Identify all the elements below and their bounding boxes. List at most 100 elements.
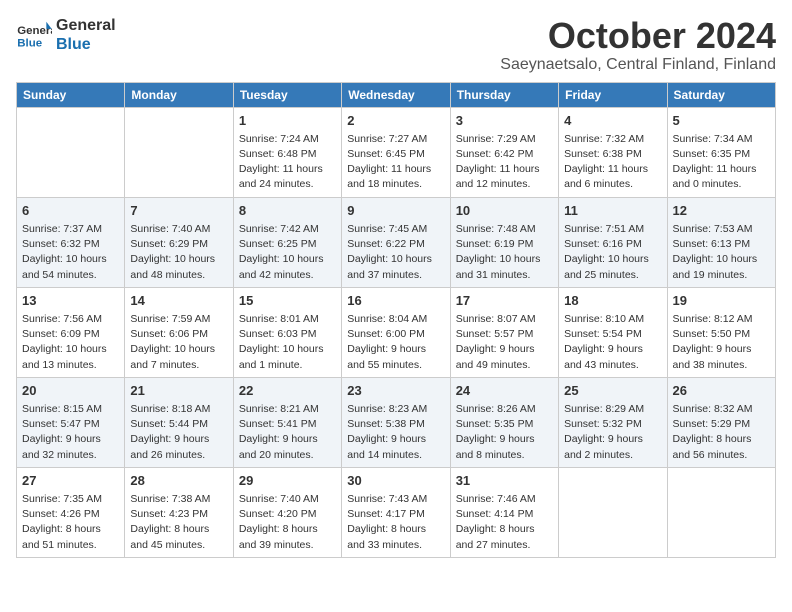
calendar-cell: 30 Sunrise: 7:43 AMSunset: 4:17 PMDayligh… [342, 467, 450, 557]
title-block: October 2024 Saeynaetsalo, Central Finla… [500, 16, 776, 74]
day-number: 17 [456, 292, 553, 310]
day-number: 12 [673, 202, 770, 220]
calendar-cell: 31 Sunrise: 7:46 AMSunset: 4:14 PMDayligh… [450, 467, 558, 557]
day-info: Sunrise: 7:59 AMSunset: 6:06 PMDaylight:… [130, 312, 227, 373]
weekday-header-wednesday: Wednesday [342, 82, 450, 107]
day-info: Sunrise: 7:34 AMSunset: 6:35 PMDaylight:… [673, 132, 770, 193]
page-subtitle: Saeynaetsalo, Central Finland, Finland [500, 56, 776, 74]
day-number: 8 [239, 202, 336, 220]
day-info: Sunrise: 7:32 AMSunset: 6:38 PMDaylight:… [564, 132, 661, 193]
calendar-week-2: 6 Sunrise: 7:37 AMSunset: 6:32 PMDaylight… [17, 197, 776, 287]
calendar-cell: 7 Sunrise: 7:40 AMSunset: 6:29 PMDaylight… [125, 197, 233, 287]
weekday-header-saturday: Saturday [667, 82, 775, 107]
day-number: 11 [564, 202, 661, 220]
day-number: 27 [22, 472, 119, 490]
day-number: 2 [347, 112, 444, 130]
day-number: 13 [22, 292, 119, 310]
day-info: Sunrise: 8:15 AMSunset: 5:47 PMDaylight:… [22, 402, 119, 463]
day-info: Sunrise: 7:42 AMSunset: 6:25 PMDaylight:… [239, 222, 336, 283]
day-number: 6 [22, 202, 119, 220]
day-info: Sunrise: 7:27 AMSunset: 6:45 PMDaylight:… [347, 132, 444, 193]
calendar-cell: 21 Sunrise: 8:18 AMSunset: 5:44 PMDayligh… [125, 377, 233, 467]
day-number: 5 [673, 112, 770, 130]
day-info: Sunrise: 7:24 AMSunset: 6:48 PMDaylight:… [239, 132, 336, 193]
calendar-cell: 12 Sunrise: 7:53 AMSunset: 6:13 PMDayligh… [667, 197, 775, 287]
day-info: Sunrise: 8:10 AMSunset: 5:54 PMDaylight:… [564, 312, 661, 373]
day-number: 7 [130, 202, 227, 220]
day-number: 19 [673, 292, 770, 310]
day-info: Sunrise: 8:18 AMSunset: 5:44 PMDaylight:… [130, 402, 227, 463]
day-info: Sunrise: 7:46 AMSunset: 4:14 PMDaylight:… [456, 492, 553, 553]
calendar-cell: 10Sunrise: 7:48 AMSunset: 6:19 PMDayligh… [450, 197, 558, 287]
day-info: Sunrise: 8:12 AMSunset: 5:50 PMDaylight:… [673, 312, 770, 373]
day-number: 14 [130, 292, 227, 310]
day-number: 9 [347, 202, 444, 220]
svg-text:Blue: Blue [17, 38, 42, 50]
day-info: Sunrise: 8:04 AMSunset: 6:00 PMDaylight:… [347, 312, 444, 373]
day-info: Sunrise: 8:32 AMSunset: 5:29 PMDaylight:… [673, 402, 770, 463]
calendar-cell: 20 Sunrise: 8:15 AMSunset: 5:47 PMDayligh… [17, 377, 125, 467]
calendar-cell: 14 Sunrise: 7:59 AMSunset: 6:06 PMDayligh… [125, 287, 233, 377]
weekday-header-sunday: Sunday [17, 82, 125, 107]
day-number: 18 [564, 292, 661, 310]
calendar-cell: 24Sunrise: 8:26 AMSunset: 5:35 PMDayligh… [450, 377, 558, 467]
calendar-body: 1 Sunrise: 7:24 AMSunset: 6:48 PMDaylight… [17, 107, 776, 557]
weekday-header-thursday: Thursday [450, 82, 558, 107]
day-info: Sunrise: 7:53 AMSunset: 6:13 PMDaylight:… [673, 222, 770, 283]
day-number: 28 [130, 472, 227, 490]
weekday-header-friday: Friday [559, 82, 667, 107]
day-info: Sunrise: 7:40 AMSunset: 6:29 PMDaylight:… [130, 222, 227, 283]
calendar-cell: 16 Sunrise: 8:04 AMSunset: 6:00 PMDayligh… [342, 287, 450, 377]
weekday-row: SundayMondayTuesdayWednesdayThursdayFrid… [17, 82, 776, 107]
calendar-week-5: 27Sunrise: 7:35 AMSunset: 4:26 PMDayligh… [17, 467, 776, 557]
day-info: Sunrise: 7:37 AMSunset: 6:32 PMDaylight:… [22, 222, 119, 283]
day-number: 29 [239, 472, 336, 490]
day-number: 30 [347, 472, 444, 490]
calendar-cell: 3Sunrise: 7:29 AMSunset: 6:42 PMDaylight… [450, 107, 558, 197]
day-number: 31 [456, 472, 553, 490]
day-number: 26 [673, 382, 770, 400]
calendar-cell: 1 Sunrise: 7:24 AMSunset: 6:48 PMDaylight… [233, 107, 341, 197]
calendar-cell [667, 467, 775, 557]
day-info: Sunrise: 8:23 AMSunset: 5:38 PMDaylight:… [347, 402, 444, 463]
calendar-cell [17, 107, 125, 197]
calendar-cell: 4 Sunrise: 7:32 AMSunset: 6:38 PMDaylight… [559, 107, 667, 197]
day-info: Sunrise: 8:07 AMSunset: 5:57 PMDaylight:… [456, 312, 553, 373]
calendar-cell: 27Sunrise: 7:35 AMSunset: 4:26 PMDayligh… [17, 467, 125, 557]
calendar-cell: 6 Sunrise: 7:37 AMSunset: 6:32 PMDaylight… [17, 197, 125, 287]
calendar-cell: 8 Sunrise: 7:42 AMSunset: 6:25 PMDaylight… [233, 197, 341, 287]
logo-icon: General Blue [16, 20, 52, 50]
weekday-header-tuesday: Tuesday [233, 82, 341, 107]
day-info: Sunrise: 7:43 AMSunset: 4:17 PMDaylight:… [347, 492, 444, 553]
day-info: Sunrise: 7:56 AMSunset: 6:09 PMDaylight:… [22, 312, 119, 373]
calendar-week-3: 13 Sunrise: 7:56 AMSunset: 6:09 PMDayligh… [17, 287, 776, 377]
day-number: 1 [239, 112, 336, 130]
day-number: 24 [456, 382, 553, 400]
day-info: Sunrise: 7:29 AMSunset: 6:42 PMDaylight:… [456, 132, 553, 193]
logo-blue: Blue [56, 35, 116, 54]
calendar-cell: 18 Sunrise: 8:10 AMSunset: 5:54 PMDayligh… [559, 287, 667, 377]
calendar-cell: 17 Sunrise: 8:07 AMSunset: 5:57 PMDayligh… [450, 287, 558, 377]
day-number: 25 [564, 382, 661, 400]
calendar-cell: 5 Sunrise: 7:34 AMSunset: 6:35 PMDaylight… [667, 107, 775, 197]
day-number: 20 [22, 382, 119, 400]
calendar-cell: 9 Sunrise: 7:45 AMSunset: 6:22 PMDaylight… [342, 197, 450, 287]
day-info: Sunrise: 7:45 AMSunset: 6:22 PMDaylight:… [347, 222, 444, 283]
calendar-cell: 29 Sunrise: 7:40 AMSunset: 4:20 PMDayligh… [233, 467, 341, 557]
calendar-cell [125, 107, 233, 197]
day-number: 10 [456, 202, 553, 220]
page-title: October 2024 [500, 16, 776, 56]
calendar-cell: 22Sunrise: 8:21 AMSunset: 5:41 PMDayligh… [233, 377, 341, 467]
calendar-cell: 19 Sunrise: 8:12 AMSunset: 5:50 PMDayligh… [667, 287, 775, 377]
day-info: Sunrise: 7:38 AMSunset: 4:23 PMDaylight:… [130, 492, 227, 553]
day-info: Sunrise: 8:01 AMSunset: 6:03 PMDaylight:… [239, 312, 336, 373]
calendar-cell: 28 Sunrise: 7:38 AMSunset: 4:23 PMDayligh… [125, 467, 233, 557]
day-number: 4 [564, 112, 661, 130]
day-info: Sunrise: 7:40 AMSunset: 4:20 PMDaylight:… [239, 492, 336, 553]
day-number: 21 [130, 382, 227, 400]
calendar-header: SundayMondayTuesdayWednesdayThursdayFrid… [17, 82, 776, 107]
calendar-week-4: 20 Sunrise: 8:15 AMSunset: 5:47 PMDayligh… [17, 377, 776, 467]
day-number: 16 [347, 292, 444, 310]
day-number: 23 [347, 382, 444, 400]
day-info: Sunrise: 7:51 AMSunset: 6:16 PMDaylight:… [564, 222, 661, 283]
